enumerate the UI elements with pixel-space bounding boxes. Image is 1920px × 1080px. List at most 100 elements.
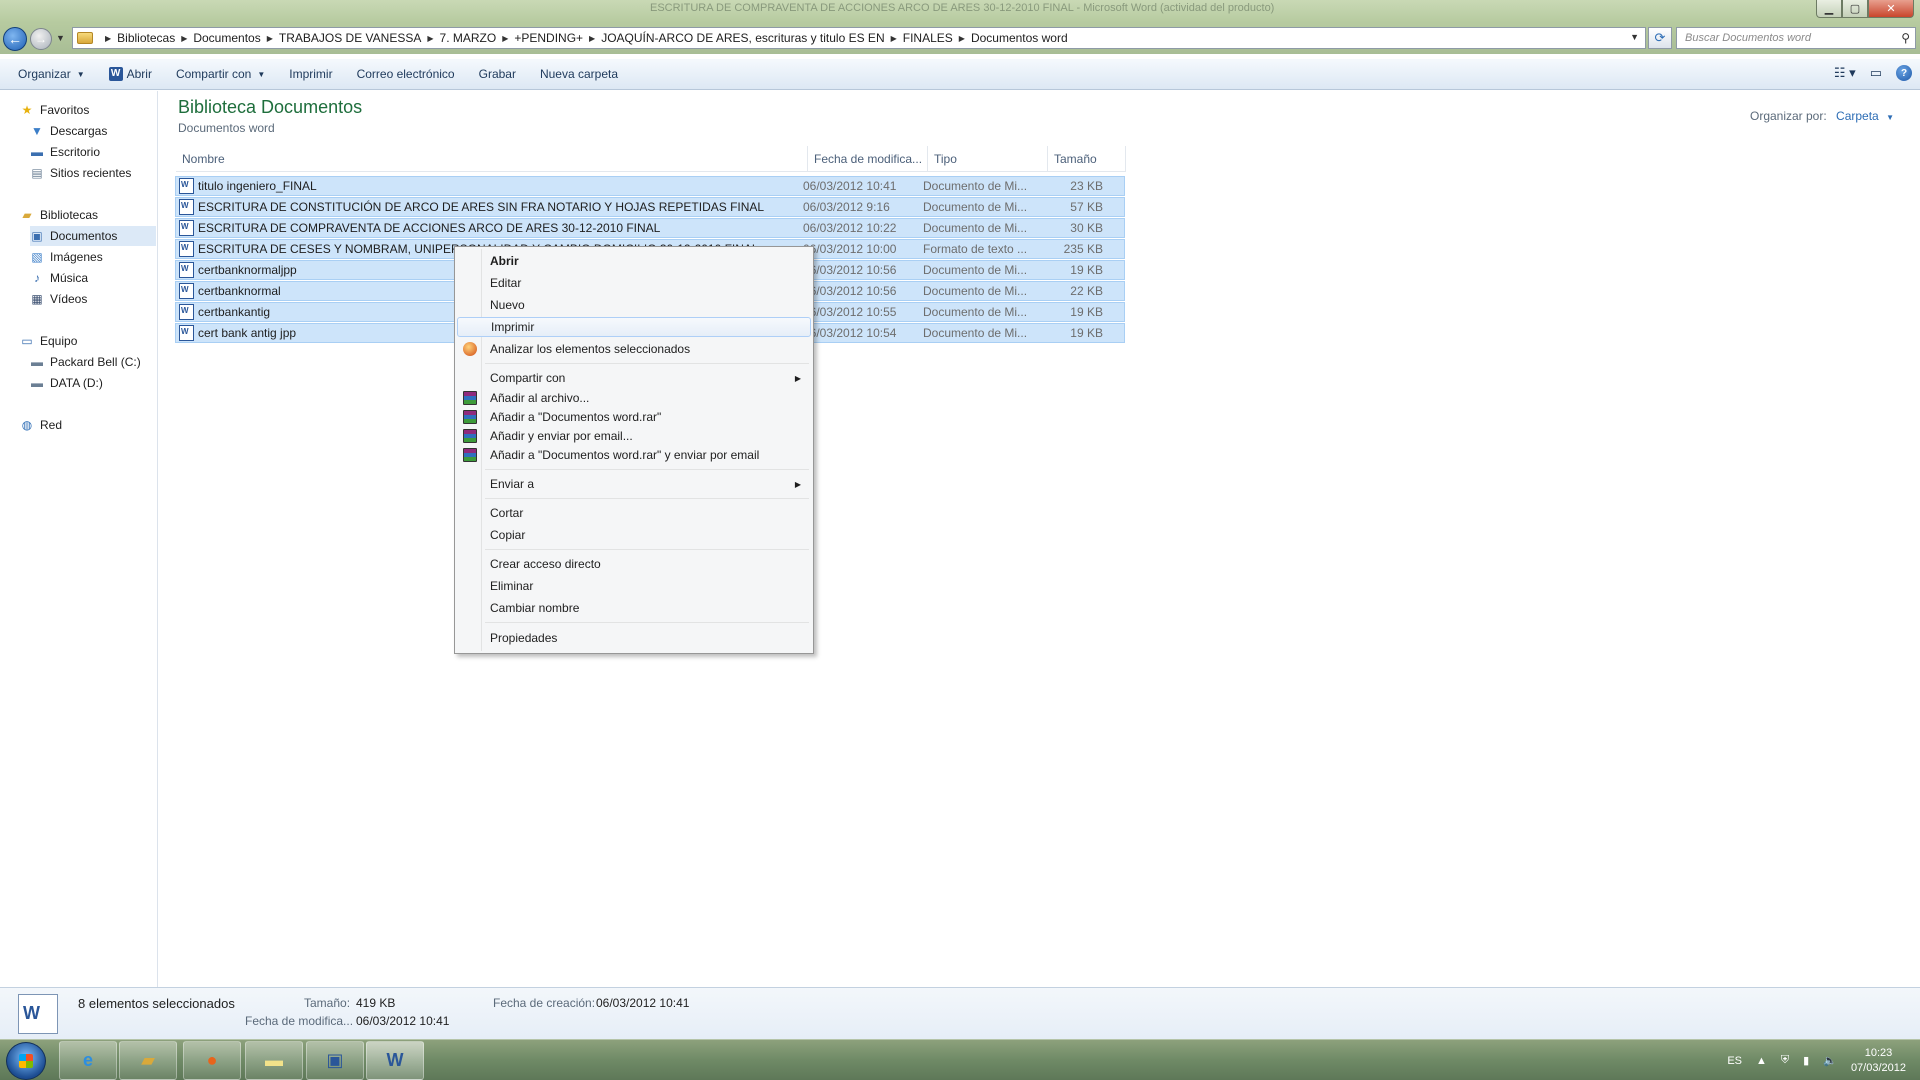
file-size: 22 KB <box>1070 284 1103 298</box>
submenu-arrow-icon: ▶ <box>794 373 801 383</box>
nav-favorites[interactable]: ★ Favoritos <box>20 100 176 120</box>
back-button[interactable]: ← <box>3 27 27 51</box>
help-icon[interactable]: ? <box>1896 65 1912 81</box>
email-button[interactable]: Correo electrónico <box>345 67 467 81</box>
file-date: 06/03/2012 10:56 <box>803 284 897 298</box>
file-row[interactable]: titulo ingeniero_FINAL 06/03/2012 10:41 Do… <box>175 176 1125 196</box>
share-button[interactable]: Compartir con ▼ <box>164 67 277 81</box>
menu-item-add-rar[interactable]: Añadir a "Documentos word.rar" <box>457 407 811 427</box>
created-value: 06/03/2012 10:41 <box>596 996 690 1010</box>
selection-count: 8 elementos seleccionados <box>78 996 235 1011</box>
chevron-right-icon[interactable]: ▶ <box>267 34 273 43</box>
menu-item-edit[interactable]: Editar <box>457 273 811 293</box>
volume-icon[interactable]: 🔈 <box>1823 1054 1837 1067</box>
view-options-icon[interactable]: ☷ ▾ <box>1834 65 1856 81</box>
maximize-icon: ▢ <box>1849 3 1861 15</box>
application-icon: ▣ <box>326 1050 344 1070</box>
menu-item-send-to[interactable]: Enviar a ▶ <box>457 474 811 494</box>
nav-network[interactable]: ◍ Red <box>20 415 176 435</box>
address-bar[interactable]: ▶ Bibliotecas ▶ Documentos ▶ TRABAJOS DE… <box>72 27 1646 49</box>
open-button[interactable]: W Abrir <box>97 67 164 81</box>
refresh-button[interactable]: ⟳ <box>1648 27 1672 49</box>
menu-item-properties[interactable]: Propiedades <box>457 628 811 648</box>
nav-libraries[interactable]: ▰ Bibliotecas <box>20 205 176 225</box>
breadcrumb-bibliotecas[interactable]: Bibliotecas <box>117 31 175 45</box>
file-row[interactable]: ESCRITURA DE CONSTITUCIÓN DE ARCO DE ARE… <box>175 197 1125 217</box>
address-dropdown-icon[interactable]: ▼ <box>1630 32 1639 42</box>
file-size: 19 KB <box>1070 305 1103 319</box>
recent-places-icon: ▤ <box>31 166 43 180</box>
menu-item-add-rar-email[interactable]: Añadir a "Documentos word.rar" y enviar … <box>457 445 811 465</box>
chevron-right-icon[interactable]: ▶ <box>589 34 595 43</box>
burn-button[interactable]: Grabar <box>467 67 528 81</box>
menu-item-open[interactable]: Abrir <box>457 251 811 271</box>
menu-item-print[interactable]: Imprimir <box>457 317 811 337</box>
breadcrumb-joaquin[interactable]: JOAQUÍN-ARCO DE ARES, escrituras y titul… <box>601 31 884 45</box>
menu-item-label: Analizar los elementos seleccionados <box>490 342 691 356</box>
organize-button[interactable]: Organizar ▼ <box>0 67 97 81</box>
command-bar: Organizar ▼ W Abrir Compartir con ▼ Imprimi… <box>0 59 1920 90</box>
word-icon: W <box>108 67 123 81</box>
word-document-icon <box>179 241 194 257</box>
column-size[interactable]: Tamaño <box>1048 146 1126 171</box>
submenu-arrow-icon: ▶ <box>794 479 801 489</box>
menu-item-add-email[interactable]: Añadir y enviar por email... <box>457 426 811 446</box>
column-date[interactable]: Fecha de modifica... <box>808 146 928 171</box>
word-document-icon <box>179 262 194 278</box>
show-hidden-icons-icon[interactable]: ▲ <box>1756 1055 1767 1067</box>
chevron-right-icon[interactable]: ▶ <box>427 34 433 43</box>
internet-explorer-icon: e <box>82 1050 93 1070</box>
chevron-right-icon[interactable]: ▶ <box>181 34 187 43</box>
menu-item-copy[interactable]: Copiar <box>457 525 811 545</box>
breadcrumb-marzo[interactable]: 7. MARZO <box>440 31 497 45</box>
arrange-dropdown[interactable]: Carpeta <box>1836 109 1879 123</box>
menu-item-share[interactable]: Compartir con ▶ <box>457 368 811 388</box>
close-button[interactable]: ✕ <box>1868 0 1914 18</box>
chevron-right-icon[interactable]: ▶ <box>502 34 508 43</box>
clock[interactable]: 10:23 07/03/2012 <box>1851 1046 1906 1076</box>
menu-item-delete[interactable]: Eliminar <box>457 576 811 596</box>
language-indicator[interactable]: ES <box>1727 1055 1742 1067</box>
context-menu: Abrir Editar Nuevo Imprimir Analizar los… <box>454 246 814 654</box>
preview-pane-icon[interactable]: ▭ <box>1870 65 1882 81</box>
menu-item-cut[interactable]: Cortar <box>457 503 811 523</box>
menu-item-add-archive[interactable]: Añadir al archivo... <box>457 388 811 408</box>
column-name[interactable]: Nombre <box>176 146 808 171</box>
menu-item-rename[interactable]: Cambiar nombre <box>457 598 811 618</box>
nav-computer[interactable]: ▭ Equipo <box>20 331 176 351</box>
start-button[interactable] <box>6 1042 46 1080</box>
network-signal-icon[interactable]: ▮ <box>1803 1054 1809 1067</box>
search-input[interactable]: Buscar Documentos word ⚲ <box>1676 27 1916 49</box>
breadcrumb-finales[interactable]: FINALES <box>903 31 953 45</box>
breadcrumb-pending[interactable]: +PENDING+ <box>514 31 583 45</box>
breadcrumb-documentos-word[interactable]: Documentos word <box>971 31 1068 45</box>
taskbar-firefox[interactable]: ● <box>183 1041 241 1080</box>
taskbar-remote-app[interactable]: ▣ <box>306 1041 364 1080</box>
breadcrumb-documentos[interactable]: Documentos <box>193 31 260 45</box>
nav-documents[interactable]: ▣ Documentos <box>30 226 156 246</box>
forward-button[interactable]: → <box>30 28 52 50</box>
chevron-down-icon[interactable]: ▼ <box>1886 113 1894 122</box>
nav-label: Favoritos <box>40 103 90 117</box>
menu-item-new[interactable]: Nuevo <box>457 295 811 315</box>
taskbar-internet-explorer[interactable]: e <box>59 1041 117 1080</box>
chevron-right-icon[interactable]: ▶ <box>891 34 897 43</box>
taskbar-word[interactable]: W <box>366 1041 424 1080</box>
menu-item-scan[interactable]: Analizar los elementos seleccionados <box>457 339 811 359</box>
column-type[interactable]: Tipo <box>928 146 1048 171</box>
new-folder-button[interactable]: Nueva carpeta <box>528 67 630 81</box>
maximize-button[interactable]: ▢ <box>1842 0 1868 18</box>
menu-item-create-shortcut[interactable]: Crear acceso directo <box>457 554 811 574</box>
recent-pages-button[interactable]: ▼ <box>56 33 65 43</box>
word-icon: W <box>386 1050 404 1070</box>
file-row[interactable]: ESCRITURA DE COMPRAVENTA DE ACCIONES ARC… <box>175 218 1125 238</box>
chevron-right-icon[interactable]: ▶ <box>959 34 965 43</box>
taskbar-explorer[interactable]: ▰ <box>119 1041 177 1080</box>
print-button[interactable]: Imprimir <box>277 67 344 81</box>
search-icon[interactable]: ⚲ <box>1901 31 1910 45</box>
breadcrumb-trabajos[interactable]: TRABAJOS DE VANESSA <box>279 31 421 45</box>
menu-item-label: Compartir con <box>490 371 566 385</box>
minimize-button[interactable]: ▁ <box>1816 0 1842 18</box>
taskbar-sticky-notes[interactable]: ▬ <box>245 1041 303 1080</box>
security-icon[interactable]: ⛨ <box>1781 1054 1789 1067</box>
